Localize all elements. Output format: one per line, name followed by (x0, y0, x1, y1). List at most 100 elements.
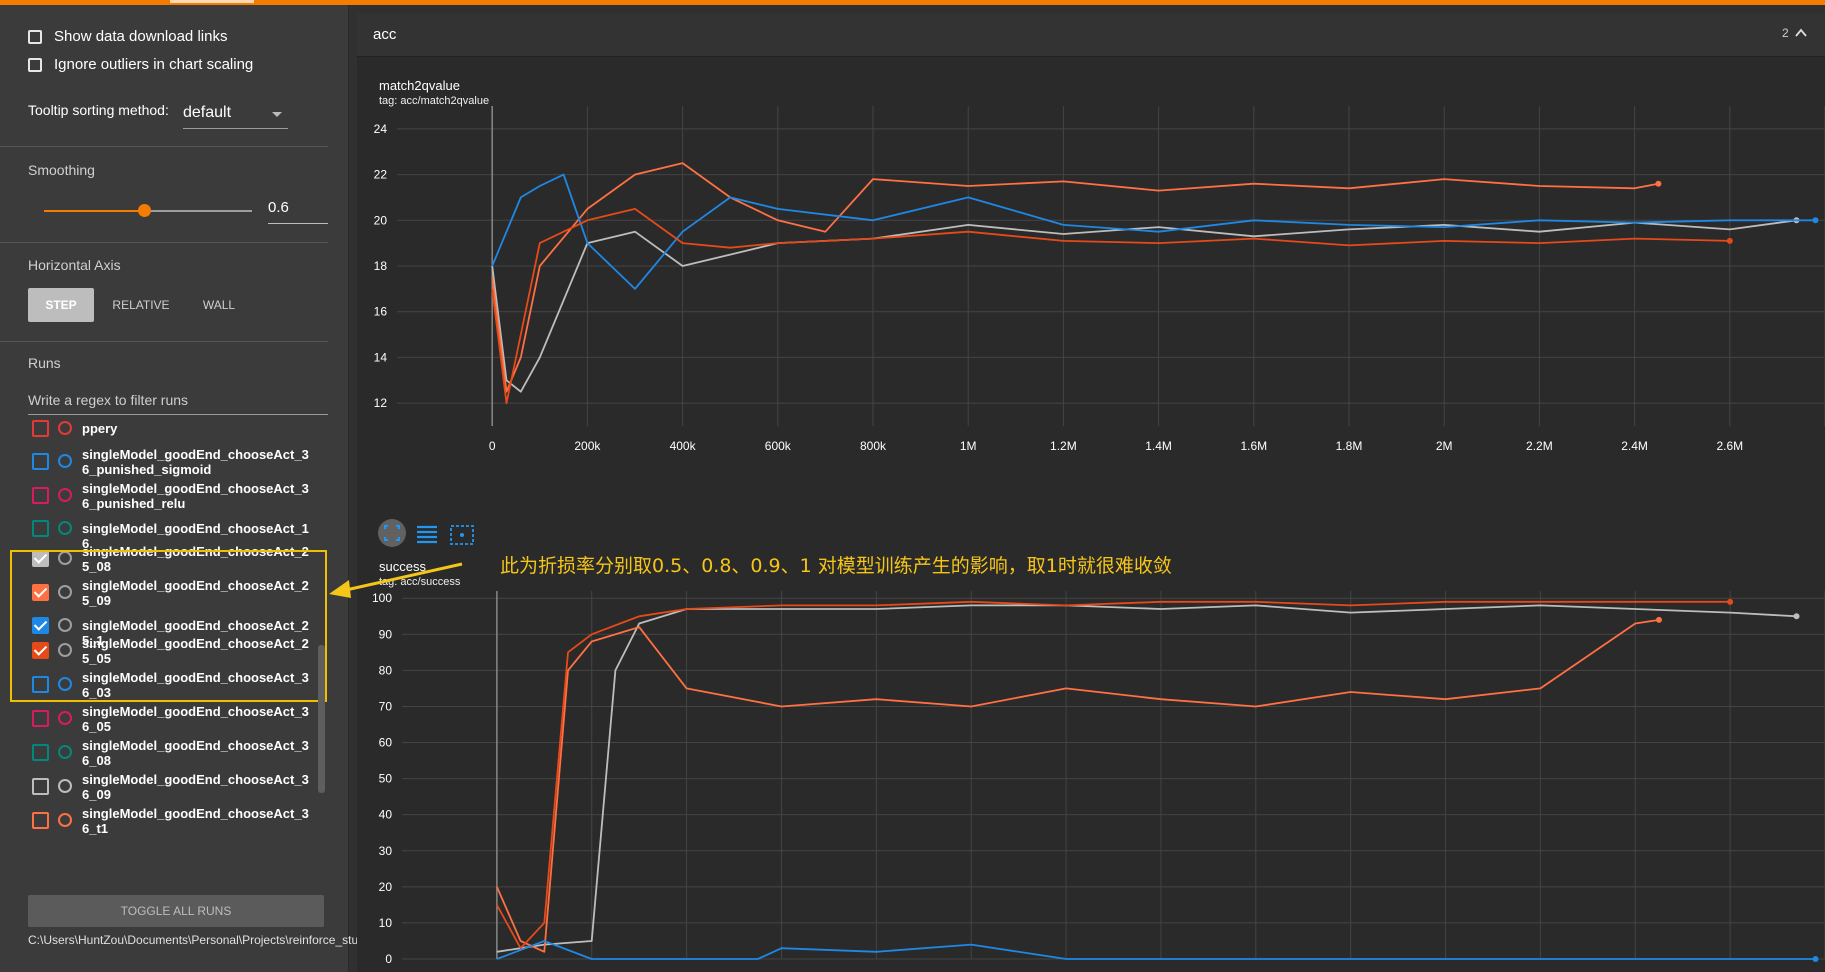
run-checkbox[interactable] (32, 453, 49, 470)
run-checkbox[interactable] (32, 812, 49, 829)
main-panel: acc 2 match2qvalue tag: acc/match2qvalue… (329, 14, 1825, 972)
smoothing-slider[interactable] (44, 204, 252, 217)
show-download-links-checkbox[interactable] (28, 30, 42, 44)
x-tick-label: 2.6M (1716, 439, 1743, 453)
y-tick-label: 40 (379, 808, 393, 822)
run-checkbox[interactable] (32, 420, 49, 437)
x-tick-label: 1.8M (1336, 439, 1363, 453)
run-checkbox[interactable] (32, 710, 49, 727)
run-color-circle-icon[interactable] (58, 813, 72, 827)
y-tick-label: 22 (374, 168, 388, 182)
log-directory-path: C:\Users\HuntZou\Documents\Personal\Proj… (28, 933, 391, 947)
active-tab-indicator (170, 0, 254, 3)
run-name: singleModel_goodEnd_chooseAct_36_punishe… (82, 447, 309, 477)
x-tick-label: 1.4M (1145, 439, 1172, 453)
x-tick-label: 1M (960, 439, 977, 453)
x-tick-label: 600k (765, 439, 792, 453)
series-end-point (1726, 237, 1733, 244)
run-checkbox[interactable] (32, 744, 49, 761)
x-tick-label: 800k (860, 439, 887, 453)
run-name: singleModel_goodEnd_chooseAct_36_punishe… (82, 481, 309, 511)
ignore-outliers-label: Ignore outliers in chart scaling (54, 56, 254, 73)
smoothing-value: 0.6 (268, 199, 289, 216)
series-end-point (1793, 613, 1800, 620)
tooltip-sorting-label: Tooltip sorting method: (28, 102, 169, 118)
x-tick-label: 2.2M (1526, 439, 1553, 453)
y-tick-label: 10 (379, 916, 393, 930)
y-tick-label: 20 (379, 880, 393, 894)
runs-filter-placeholder: Write a regex to filter runs (28, 392, 189, 408)
y-tick-label: 16 (374, 305, 388, 319)
series-end-point (1655, 616, 1662, 623)
y-tick-label: 0 (385, 952, 392, 966)
y-tick-label: 30 (379, 844, 393, 858)
series-end-point (1727, 598, 1734, 605)
annotation-text: 此为折损率分别取0.5、0.8、0.9、1 对模型训练产生的影响，取1时就很难收… (500, 555, 1172, 577)
axis-relative-button[interactable]: RELATIVE (104, 288, 178, 322)
run-color-circle-icon[interactable] (58, 488, 72, 502)
chevron-down-icon (272, 112, 282, 117)
group-count: 2 (1782, 26, 1807, 40)
y-tick-label: 12 (374, 396, 388, 410)
series-end-point (1812, 956, 1819, 962)
run-name: ppery (82, 421, 118, 436)
run-color-circle-icon[interactable] (58, 454, 72, 468)
series-line (496, 600, 1731, 950)
series-end-point (1655, 180, 1662, 187)
group-count-value: 2 (1781, 26, 1789, 40)
y-tick-label: 70 (379, 699, 393, 713)
y-tick-label: 80 (379, 663, 393, 677)
sidebar: Show data download links Ignore outliers… (0, 5, 391, 972)
fit-domain-icon[interactable] (377, 518, 407, 548)
tooltip-sorting-select[interactable]: default (183, 100, 288, 129)
chart-match2qvalue[interactable]: 12 14 16 18 20 22 24 0 200k 400k 600k 800k 1M 1.2M 1.4… (357, 106, 1825, 536)
x-tick-label: 1.6M (1240, 439, 1267, 453)
runs-scrollbar[interactable] (318, 645, 325, 793)
tooltip-sorting-value: default (183, 104, 232, 121)
select-region-icon[interactable] (447, 520, 477, 550)
run-name: singleModel_goodEnd_chooseAct_36_09 (82, 772, 309, 802)
run-color-circle-icon[interactable] (58, 421, 72, 435)
run-color-circle-icon[interactable] (58, 779, 72, 793)
series-line (491, 219, 1797, 393)
run-row[interactable]: singleModel_goodEnd_chooseAct_36_t1 (0, 802, 320, 842)
y-tick-label: 60 (379, 736, 393, 750)
runs-label: Runs (28, 355, 61, 371)
series-line (491, 173, 1816, 290)
group-name: acc (373, 26, 397, 43)
axis-wall-button[interactable]: WALL (190, 288, 248, 322)
run-checkbox[interactable] (32, 778, 49, 795)
run-checkbox[interactable] (32, 520, 49, 537)
y-tick-label: 20 (374, 213, 388, 227)
run-color-circle-icon[interactable] (58, 521, 72, 535)
show-download-links-label: Show data download links (54, 28, 228, 45)
run-name: singleModel_goodEnd_chooseAct_36_08 (82, 738, 309, 768)
annotation-highlight-box (10, 550, 327, 702)
x-tick-label: 1.2M (1050, 439, 1077, 453)
group-header-acc[interactable]: acc 2 (357, 14, 1825, 57)
series-end-point (1812, 217, 1819, 224)
run-name: singleModel_goodEnd_chooseAct_36_t1 (82, 806, 309, 836)
toggle-all-runs-button[interactable]: TOGGLE ALL RUNS (28, 895, 324, 927)
runs-filter-input[interactable]: Write a regex to filter runs (28, 386, 328, 415)
run-color-circle-icon[interactable] (58, 711, 72, 725)
ignore-outliers-checkbox[interactable] (28, 58, 42, 72)
series-line (496, 940, 1816, 960)
run-name: singleModel_goodEnd_chooseAct_36_05 (82, 704, 309, 734)
smoothing-label: Smoothing (28, 162, 95, 178)
lines-icon[interactable] (413, 520, 443, 550)
y-tick-label: 18 (374, 259, 388, 273)
axis-step-button[interactable]: STEP (28, 288, 94, 322)
chart-title-match2qvalue: match2qvalue (379, 78, 460, 93)
y-tick-label: 90 (379, 627, 393, 641)
run-checkbox[interactable] (32, 487, 49, 504)
divider (0, 242, 328, 243)
smoothing-input[interactable]: 0.6 (268, 193, 328, 224)
run-color-circle-icon[interactable] (58, 745, 72, 759)
divider (0, 341, 328, 342)
chevron-up-icon[interactable] (1795, 28, 1807, 37)
x-tick-label: 2.4M (1621, 439, 1648, 453)
chart-success[interactable]: 0102030405060708090100 (357, 587, 1825, 972)
x-tick-label: 0 (489, 439, 496, 453)
smoothing-slider-thumb[interactable] (137, 204, 151, 217)
